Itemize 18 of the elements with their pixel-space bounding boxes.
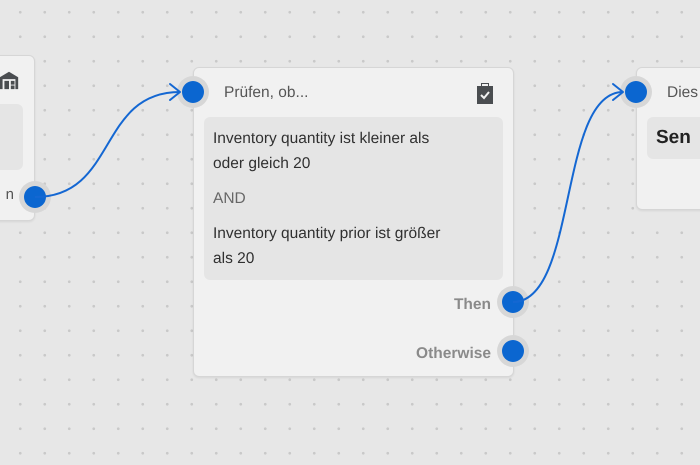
node-card[interactable]: Dies Sen (636, 67, 700, 210)
operator-label: AND (213, 189, 247, 209)
output-label: n (6, 186, 14, 202)
action-text: Sen (656, 127, 691, 149)
node-title: Dies (667, 84, 698, 102)
clipboard-check-icon (475, 80, 495, 104)
output-port[interactable] (502, 340, 524, 362)
node-card[interactable]: n (0, 55, 35, 221)
output-port[interactable] (24, 186, 46, 208)
output-port[interactable] (502, 291, 524, 313)
input-port[interactable] (182, 81, 204, 103)
node-card[interactable]: Prüfen, ob... Inventory quantity ist kleiner als oder gleich 20 AND Inventory quantity prior ist größer als 20 Then Otherwise (193, 67, 514, 377)
condition-text: Inventory quantity prior ist größer als 20 (213, 224, 442, 269)
branch-label: Otherwise (416, 344, 491, 362)
condition-text: Inventory quantity ist kleiner als oder gleich 20 (213, 129, 430, 174)
node-title: Prüfen, ob... (224, 84, 308, 102)
branch-label: Then (454, 296, 491, 314)
input-port[interactable] (625, 81, 647, 103)
